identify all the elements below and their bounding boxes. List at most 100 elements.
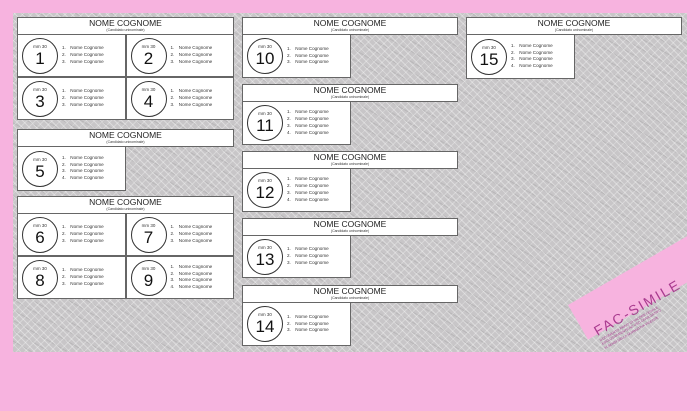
candidate-name: 1. Nome Cognome xyxy=(287,313,329,319)
candidate-name: 4. Nome Cognome xyxy=(287,196,329,202)
candidate-index: 1. xyxy=(62,267,66,273)
candidate-box[interactable]: mm 30 4 1. Nome Cognome 2. Nome Cognome 3. N… xyxy=(125,77,234,120)
candidate-index: 2. xyxy=(170,231,175,237)
candidate-index: 1. xyxy=(287,109,291,115)
candidate-index: 1. xyxy=(287,45,291,51)
party-symbol-circle[interactable]: mm 30 12 xyxy=(247,172,283,208)
list-number: 13 xyxy=(255,249,275,269)
candidate-index: 3. xyxy=(287,122,291,128)
candidate-name-list: 1. Nome Cognome 2. Nome Cognome 3. Nome Co… xyxy=(171,88,213,108)
party-symbol-circle[interactable]: mm 30 6 xyxy=(22,216,58,253)
candidate-name: 2. Nome Cognome xyxy=(62,231,104,237)
candidate-name-list: 1. Nome Cognome 2. Nome Cognome 3. Nome Co… xyxy=(287,46,329,66)
party-symbol-circle[interactable]: mm 30 8 xyxy=(22,259,58,296)
list-number: 3 xyxy=(35,91,45,111)
candidate-name: 1. Nome Cognome xyxy=(170,224,213,230)
party-symbol-circle[interactable]: mm 30 14 xyxy=(247,306,283,342)
candidate-name-list: 1. Nome Cognome 2. Nome Cognome 3. Nome Co… xyxy=(171,264,213,291)
candidate-box[interactable]: mm 30 5 1. Nome Cognome 2. Nome Cognome 3. N… xyxy=(17,146,126,191)
candidate-name-list: 1. Nome Cognome 2. Nome Cognome 3. Nome Co… xyxy=(171,224,213,244)
candidate-name: 2. Nome Cognome xyxy=(287,253,329,259)
candidate-name: 2. Nome Cognome xyxy=(287,320,329,326)
candidate-box[interactable]: mm 30 2 1. Nome Cognome 2. Nome Cognome 3. N… xyxy=(125,34,234,77)
candidate-index: 3. xyxy=(287,259,291,265)
group-header: NOME COGNOME (Candidato uninominale) xyxy=(242,285,458,303)
candidate-group: NOME COGNOME (Candidato uninominale) mm 30… xyxy=(242,17,458,78)
list-number: 9 xyxy=(143,270,154,290)
candidate-index: 1. xyxy=(170,88,175,94)
party-symbol-circle[interactable]: mm 30 13 xyxy=(247,238,283,275)
candidate-name: 2. Nome Cognome xyxy=(62,161,104,167)
group-subtitle: (Candidato uninominale) xyxy=(330,162,370,166)
party-symbol-circle[interactable]: mm 30 15 xyxy=(471,38,507,75)
candidate-index: 1. xyxy=(62,45,66,51)
candidate-box[interactable]: mm 30 9 1. Nome Cognome 2. Nome Cognome 3. N… xyxy=(125,256,234,299)
candidate-box[interactable]: mm 30 6 1. Nome Cognome 2. Nome Cognome 3. N… xyxy=(17,213,126,256)
group-header: NOME COGNOME (Candidato uninominale) xyxy=(242,84,458,102)
party-symbol-circle[interactable]: mm 30 4 xyxy=(130,80,167,117)
group-subtitle: (Candidato uninominale) xyxy=(330,296,370,300)
party-symbol-circle[interactable]: mm 30 5 xyxy=(22,150,58,187)
group-subtitle: (Candidato uninominale) xyxy=(330,95,370,99)
party-symbol-circle[interactable]: mm 30 9 xyxy=(130,259,167,296)
candidate-name: 4. Nome Cognome xyxy=(287,129,329,135)
candidate-name: 3. Nome Cognome xyxy=(170,58,213,64)
candidate-name-list: 1. Nome Cognome 2. Nome Cognome 3. Nome Co… xyxy=(171,45,213,65)
group-title: NOME COGNOME xyxy=(313,286,387,296)
candidate-index: 2. xyxy=(62,231,66,237)
group-title: NOME COGNOME xyxy=(313,152,387,162)
party-symbol-circle[interactable]: mm 30 11 xyxy=(247,105,283,141)
candidate-name: 3. Nome Cognome xyxy=(511,56,553,62)
group-title: NOME COGNOME xyxy=(89,197,162,207)
candidate-name: 3. Nome Cognome xyxy=(287,189,329,195)
candidate-name: 1. Nome Cognome xyxy=(287,246,329,252)
candidate-box[interactable]: mm 30 7 1. Nome Cognome 2. Nome Cognome 3. N… xyxy=(125,213,234,256)
candidate-box[interactable]: mm 30 8 1. Nome Cognome 2. Nome Cognome 3. N… xyxy=(17,256,126,299)
candidate-index: 1. xyxy=(511,42,515,48)
group-subtitle: (Candidato uninominale) xyxy=(106,140,145,144)
candidate-name: 3. Nome Cognome xyxy=(62,280,104,286)
candidate-name: 1. Nome Cognome xyxy=(62,88,104,94)
candidate-name: 2. Nome Cognome xyxy=(170,231,213,237)
candidate-index: 1. xyxy=(62,88,66,94)
candidate-box[interactable]: mm 30 12 1. Nome Cognome 2. Nome Cognome 3. … xyxy=(242,168,351,212)
candidate-box[interactable]: mm 30 1 1. Nome Cognome 2. Nome Cognome 3. N… xyxy=(17,34,126,77)
party-symbol-circle[interactable]: mm 30 10 xyxy=(247,38,283,74)
candidate-name: 3. Nome Cognome xyxy=(287,327,329,333)
candidate-index: 2. xyxy=(62,52,66,58)
candidate-group: NOME COGNOME (Candidato uninominale) mm 30… xyxy=(242,218,458,278)
candidate-name: 3. Nome Cognome xyxy=(62,101,104,107)
candidate-box[interactable]: mm 30 14 1. Nome Cognome 2. Nome Cognome 3. … xyxy=(242,302,351,346)
candidate-name: 3. Nome Cognome xyxy=(287,122,329,128)
candidate-name: 1. Nome Cognome xyxy=(62,224,104,230)
candidate-index: 3. xyxy=(287,59,291,65)
candidate-name: 1. Nome Cognome xyxy=(62,267,104,273)
list-number: 2 xyxy=(143,48,154,68)
candidate-name-list: 1. Nome Cognome 2. Nome Cognome 3. Nome Co… xyxy=(62,267,104,287)
candidate-name: 1. Nome Cognome xyxy=(287,176,329,182)
candidate-name: 2. Nome Cognome xyxy=(287,116,329,122)
candidate-box[interactable]: mm 30 3 1. Nome Cognome 2. Nome Cognome 3. N… xyxy=(17,77,126,120)
candidate-index: 3. xyxy=(170,237,175,243)
candidate-index: 2. xyxy=(170,52,175,58)
candidate-name: 1. Nome Cognome xyxy=(511,42,553,48)
party-symbol-circle[interactable]: mm 30 3 xyxy=(22,80,58,117)
candidate-name-list: 1. Nome Cognome 2. Nome Cognome 3. Nome Co… xyxy=(287,109,329,136)
group-header: NOME COGNOME (Candidato uninominale) xyxy=(242,17,458,35)
candidate-index: 3. xyxy=(170,58,175,64)
candidate-box[interactable]: mm 30 11 1. Nome Cognome 2. Nome Cognome 3. … xyxy=(242,101,351,145)
party-symbol-circle[interactable]: mm 30 2 xyxy=(130,37,167,74)
candidate-box[interactable]: mm 30 10 1. Nome Cognome 2. Nome Cognome 3. … xyxy=(242,34,351,78)
group-header: NOME COGNOME (Candidato uninominale) xyxy=(17,129,234,147)
candidate-name: 3. Nome Cognome xyxy=(170,237,213,243)
candidate-name: 3. Nome Cognome xyxy=(287,259,329,265)
list-number: 12 xyxy=(255,183,275,202)
candidate-group: NOME COGNOME (Candidato uninominale) mm 30… xyxy=(17,17,234,120)
candidate-index: 2. xyxy=(287,52,291,58)
party-symbol-circle[interactable]: mm 30 1 xyxy=(22,37,58,74)
candidate-box[interactable]: mm 30 13 1. Nome Cognome 2. Nome Cognome 3. … xyxy=(242,235,351,278)
party-symbol-circle[interactable]: mm 30 7 xyxy=(130,216,167,253)
candidate-name: 2. Nome Cognome xyxy=(62,274,104,280)
candidate-box[interactable]: mm 30 15 1. Nome Cognome 2. Nome Cognome 3. … xyxy=(466,34,575,79)
candidate-index: 3. xyxy=(62,237,66,243)
